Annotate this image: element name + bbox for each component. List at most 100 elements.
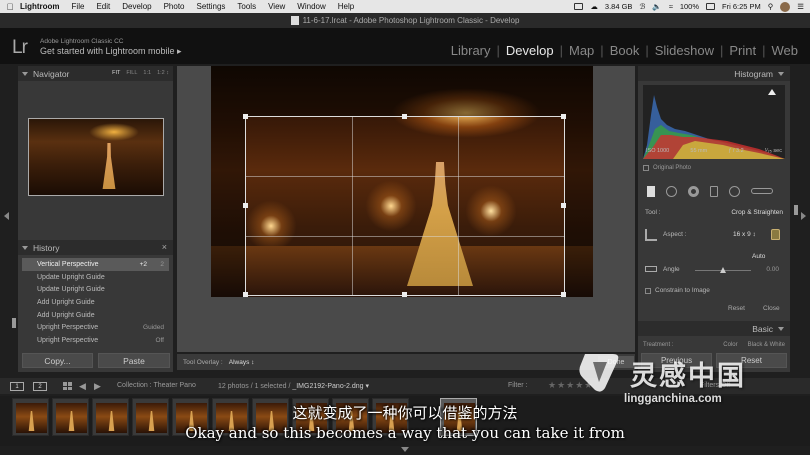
angle-value[interactable]: 0.00 [766, 266, 779, 273]
copy-settings-button[interactable]: Copy... [22, 353, 93, 368]
right-panel-toggle-icon[interactable] [801, 212, 806, 220]
graduated-filter-icon[interactable] [710, 185, 718, 197]
grid-view-icon[interactable] [63, 382, 72, 390]
filmstrip-toggle-icon[interactable] [401, 447, 409, 452]
avatar[interactable] [780, 1, 791, 12]
menu-settings[interactable]: Settings [197, 2, 226, 11]
history-item[interactable]: Upright Perspective Off [22, 334, 169, 347]
crop-handle-bottom-left[interactable] [243, 292, 248, 297]
red-eye-icon[interactable] [688, 185, 699, 197]
crop-tool-icon[interactable] [647, 185, 655, 197]
tool-overlay-select[interactable]: Always ↕ [229, 359, 255, 366]
menu-window[interactable]: Window [297, 2, 325, 11]
apple-icon[interactable]:  [0, 2, 20, 12]
highlight-clipping-icon[interactable] [768, 89, 776, 95]
file-name[interactable]: _IMG2192-Pano-2.dng ▾ [292, 383, 369, 390]
menu-help[interactable]: Help [338, 2, 354, 11]
zoom-fill[interactable]: FILL [126, 70, 137, 76]
collapse-icon[interactable] [778, 326, 784, 331]
history-item[interactable]: Add Upright Guide [22, 296, 169, 309]
memory-readout[interactable]: 3.84 GB [605, 2, 633, 11]
checkbox[interactable] [643, 165, 649, 171]
auto-straighten-button[interactable]: Auto [752, 253, 765, 260]
angle-slider-thumb[interactable] [720, 267, 726, 273]
treatment-bw[interactable]: Black & White [748, 342, 785, 348]
history-item[interactable]: Update Upright Guide [22, 283, 169, 296]
filmstrip-count: 12 photos / 1 selected / _IMG2192-Pano-2… [218, 382, 369, 390]
crop-reset-button[interactable]: Reset [728, 305, 745, 312]
crop-handle-left[interactable] [243, 203, 248, 208]
menu-develop[interactable]: Develop [122, 2, 151, 11]
module-map[interactable]: Map [563, 43, 600, 58]
crop-close-button[interactable]: Close [763, 305, 780, 312]
battery-icon[interactable] [706, 3, 715, 10]
lock-icon[interactable] [771, 229, 780, 240]
checkbox[interactable] [645, 287, 651, 294]
second-screen-button[interactable]: 2 [33, 382, 47, 391]
crop-frame[interactable] [243, 114, 566, 297]
basic-header[interactable]: Basic [638, 321, 790, 336]
menu-view[interactable]: View [268, 2, 285, 11]
mobile-link[interactable]: Get started with Lightroom mobile ▸ [40, 46, 182, 57]
history-header[interactable]: History × [18, 240, 173, 255]
forward-arrow-icon[interactable]: ▶ [94, 381, 101, 392]
zoom-fit[interactable]: FIT [112, 70, 120, 76]
constrain-to-image[interactable]: Constrain to Image [645, 287, 710, 294]
history-item[interactable]: Upright Perspective Guided [22, 321, 169, 334]
menu-edit[interactable]: Edit [96, 2, 110, 11]
collapse-icon[interactable] [22, 245, 28, 250]
collapse-icon[interactable] [778, 71, 784, 76]
bluetooth-icon[interactable]: ℬ [639, 2, 645, 11]
wifi-icon[interactable]: ≈ [669, 2, 673, 11]
aspect-select[interactable]: 16 x 9 ↕ [733, 231, 756, 238]
radial-filter-icon[interactable] [729, 185, 740, 197]
filmstrip-source[interactable]: Collection : Theater Pano [117, 382, 196, 389]
module-library[interactable]: Library [445, 43, 497, 58]
spot-removal-icon[interactable] [666, 185, 677, 197]
right-scrollbar[interactable] [794, 205, 798, 215]
search-icon[interactable]: ⚲ [768, 2, 774, 11]
crop-handle-bottom-right[interactable] [561, 292, 566, 297]
histogram-header[interactable]: Histogram [638, 66, 790, 81]
status-area: ☁ 3.84 GB ℬ 🔈 ≈ 100% Fri 6:25 PM ⚲ ☰ [574, 0, 804, 13]
cloud-icon[interactable]: ☁ [590, 2, 598, 11]
crop-handle-bottom[interactable] [402, 292, 407, 297]
module-slideshow[interactable]: Slideshow [649, 43, 720, 58]
crop-handle-top-left[interactable] [243, 114, 248, 119]
module-develop[interactable]: Develop [500, 43, 560, 58]
zoom-1-2[interactable]: 1:2 ↕ [157, 70, 169, 76]
zoom-1-1[interactable]: 1:1 [143, 70, 151, 76]
main-screen-button[interactable]: 1 [10, 382, 24, 391]
back-arrow-icon[interactable]: ◀ [79, 381, 86, 392]
menu-photo[interactable]: Photo [164, 2, 185, 11]
navigator-preview[interactable] [28, 118, 164, 196]
app-menu[interactable]: Lightroom [20, 2, 60, 11]
crop-handle-top[interactable] [402, 114, 407, 119]
collapse-icon[interactable] [22, 71, 28, 76]
battery-percent[interactable]: 100% [680, 2, 699, 11]
clock[interactable]: Fri 6:25 PM [722, 2, 761, 11]
history-item[interactable]: Update Upright Guide [22, 271, 169, 284]
left-scrollbar[interactable] [12, 318, 16, 328]
module-web[interactable]: Web [766, 43, 805, 58]
history-item[interactable]: Vertical Perspective +2 2 [22, 258, 169, 271]
menu-tools[interactable]: Tools [237, 2, 256, 11]
clear-history-icon[interactable]: × [162, 242, 167, 252]
crop-handle-right[interactable] [561, 203, 566, 208]
menu-file[interactable]: File [72, 2, 85, 11]
treatment-color[interactable]: Color [723, 342, 737, 348]
module-print[interactable]: Print [723, 43, 762, 58]
display-icon[interactable] [574, 3, 584, 10]
left-panel-toggle-icon[interactable] [4, 212, 9, 220]
original-photo-toggle[interactable]: Original Photo [643, 165, 691, 171]
crop-frame-icon[interactable] [645, 229, 657, 241]
history-item[interactable]: Add Upright Guide [22, 309, 169, 322]
straighten-tool-icon[interactable] [645, 266, 657, 272]
module-book[interactable]: Book [604, 43, 646, 58]
navigator-header[interactable]: Navigator FIT FILL 1:1 1:2 ↕ [18, 66, 173, 81]
volume-icon[interactable]: 🔈 [652, 2, 661, 11]
menu-list-icon[interactable]: ☰ [797, 2, 804, 11]
adjustment-brush-icon[interactable] [751, 188, 773, 194]
crop-handle-top-right[interactable] [561, 114, 566, 119]
paste-settings-button[interactable]: Paste [98, 353, 170, 368]
